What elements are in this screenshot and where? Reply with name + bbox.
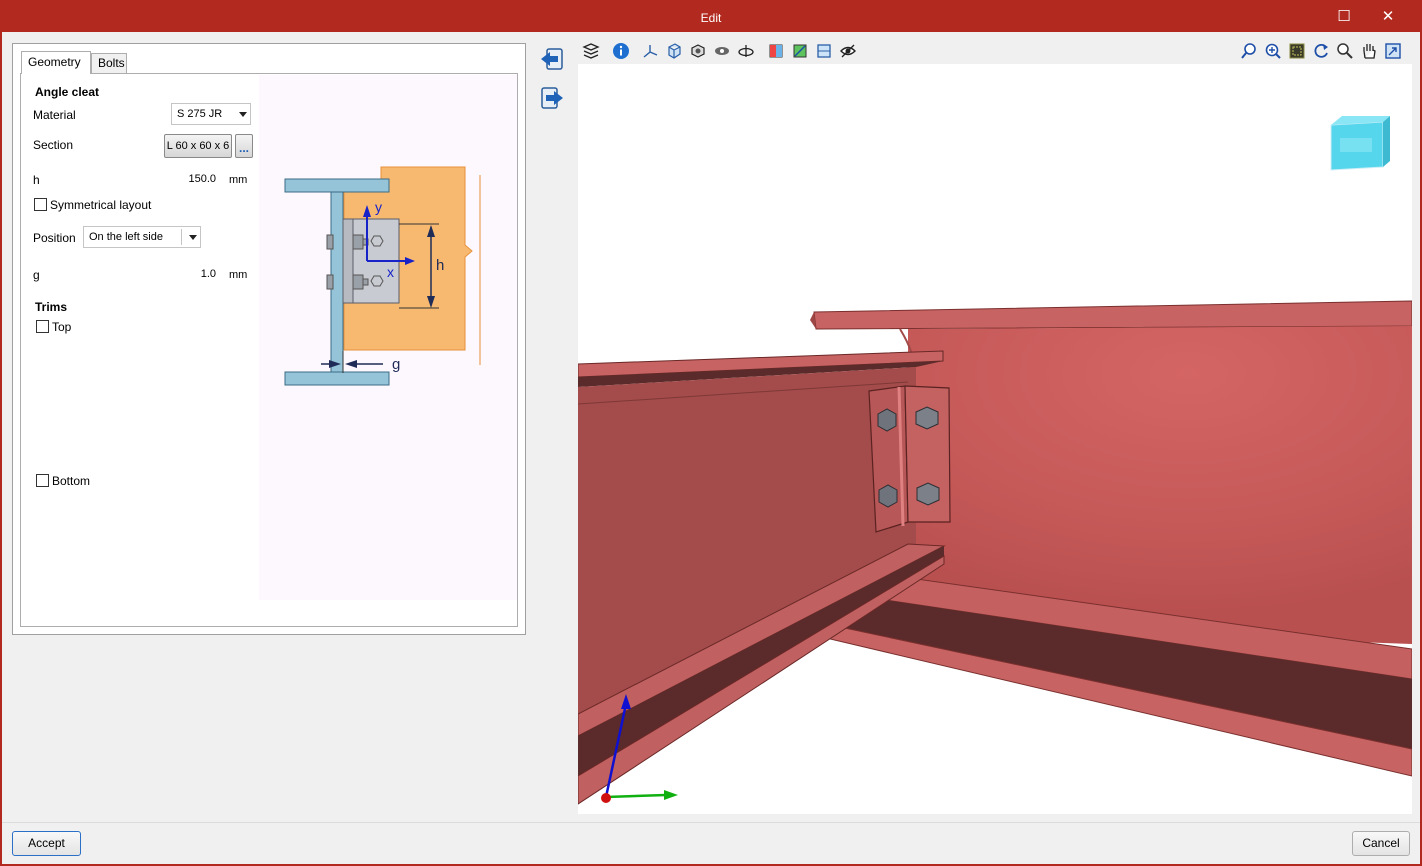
geometry-tab-body: Angle cleat Material S 275 JR Section L … — [20, 73, 518, 627]
section-more-button[interactable]: ... — [235, 134, 253, 158]
y-axis-line — [605, 793, 667, 799]
primary-beam-top-flange — [813, 300, 1412, 330]
nav-cube-face-label — [1340, 138, 1372, 152]
bolt-nut — [352, 234, 364, 250]
title-bar: Edit ☐ ✕ — [2, 2, 1420, 32]
column-bottom-flange — [284, 371, 390, 386]
tab-geometry[interactable]: Geometry — [21, 51, 91, 74]
wireframe-icon[interactable] — [815, 42, 833, 60]
position-select[interactable]: On the left side — [83, 226, 201, 248]
x-axis-origin — [601, 793, 611, 803]
3d-model-render — [578, 116, 1412, 805]
rotate-icon[interactable] — [1312, 42, 1330, 60]
zoom-previous-icon[interactable] — [1240, 42, 1258, 60]
bolt-end — [362, 278, 369, 286]
connection-diagram: y x h g — [259, 75, 517, 600]
zoom-all-icon[interactable] — [1264, 42, 1282, 60]
bolt-head — [877, 408, 897, 432]
tab-bolts[interactable]: Bolts — [91, 53, 127, 73]
fit-window-icon[interactable] — [1384, 42, 1402, 60]
view-cube-icon[interactable] — [665, 42, 683, 60]
bolt-head — [916, 482, 940, 506]
h-label: h — [33, 173, 40, 187]
chevron-down-icon — [239, 112, 247, 117]
eye-icon[interactable] — [839, 42, 857, 60]
close-icon[interactable]: ✕ — [1377, 7, 1399, 27]
h-unit: mm — [229, 174, 248, 186]
visibility-mode-icon[interactable] — [713, 42, 731, 60]
position-label: Position — [33, 231, 76, 245]
clip-plane-icon[interactable] — [767, 42, 785, 60]
x-axis-label: x — [387, 264, 394, 280]
g-dim-arrow — [345, 360, 357, 368]
layers-icon[interactable] — [582, 42, 600, 60]
dialog-content: Geometry Bolts Angle cleat Material S 27… — [2, 32, 1420, 864]
bottom-trim-checkbox[interactable] — [36, 474, 49, 487]
symmetrical-layout-label: Symmetrical layout — [50, 198, 152, 212]
g-dimension-label: g — [392, 356, 400, 373]
bolt-head — [878, 484, 898, 508]
position-value: On the left side — [89, 231, 163, 243]
zoom-window-icon[interactable] — [1288, 42, 1306, 60]
window-title: Edit — [700, 11, 722, 25]
material-select[interactable]: S 275 JR — [171, 103, 251, 125]
nav-cube-side[interactable] — [1383, 116, 1390, 167]
top-trim-label: Top — [52, 320, 72, 334]
view-3d-icon[interactable] — [689, 42, 707, 60]
pan-hand-icon[interactable] — [1360, 42, 1378, 60]
trims-heading: Trims — [35, 300, 68, 314]
column-top-flange — [284, 178, 390, 193]
h-dimension-label: h — [436, 257, 444, 274]
geometry-form: Angle cleat Material S 275 JR Section L … — [22, 75, 259, 625]
dialog-button-bar: Accept Cancel — [2, 822, 1420, 864]
bolt-nut — [352, 274, 364, 290]
connection-diagram-svg: y x h g — [284, 166, 481, 386]
angle-cleat-heading: Angle cleat — [35, 85, 100, 99]
h-input[interactable]: 150.0 — [156, 173, 216, 185]
g-unit: mm — [229, 269, 248, 281]
properties-panel: Geometry Bolts Angle cleat Material S 27… — [12, 43, 526, 635]
bolt-head — [326, 274, 334, 290]
section-button[interactable]: L 60 x 60 x 6 — [164, 134, 232, 158]
bolt-head — [326, 234, 334, 250]
bolt-hex — [370, 275, 384, 287]
import-icon[interactable] — [538, 46, 566, 74]
cancel-button[interactable]: Cancel — [1352, 831, 1410, 856]
zoom-icon[interactable] — [1336, 42, 1354, 60]
export-icon[interactable] — [538, 85, 566, 113]
3d-viewport[interactable] — [578, 64, 1412, 814]
y-axis-arrow — [664, 790, 678, 800]
material-value: S 275 JR — [177, 108, 223, 120]
viewport-toolbar — [578, 38, 1418, 64]
angle-cleat-leg — [342, 218, 354, 304]
y-axis-label: y — [375, 199, 382, 215]
orbit-icon[interactable] — [737, 42, 755, 60]
select-divider — [181, 229, 182, 245]
accept-button[interactable]: Accept — [12, 831, 81, 856]
material-label: Material — [33, 108, 76, 122]
section-label: Section — [33, 138, 74, 152]
g-label: g — [33, 268, 40, 282]
top-trim-checkbox[interactable] — [36, 320, 49, 333]
g-input[interactable]: 1.0 — [156, 268, 216, 280]
edit-window: Edit ☐ ✕ Geometry Bolts Angle cleat Mate… — [0, 0, 1422, 866]
bolt-hex — [370, 235, 384, 247]
maximize-icon[interactable]: ☐ — [1333, 7, 1355, 27]
symmetrical-layout-checkbox[interactable] — [34, 198, 47, 211]
bolt-head — [915, 406, 939, 430]
axes-icon[interactable] — [641, 42, 659, 60]
section-view-icon[interactable] — [791, 42, 809, 60]
chevron-down-icon — [189, 235, 197, 240]
info-icon[interactable] — [612, 42, 630, 60]
bottom-trim-label: Bottom — [52, 474, 91, 488]
